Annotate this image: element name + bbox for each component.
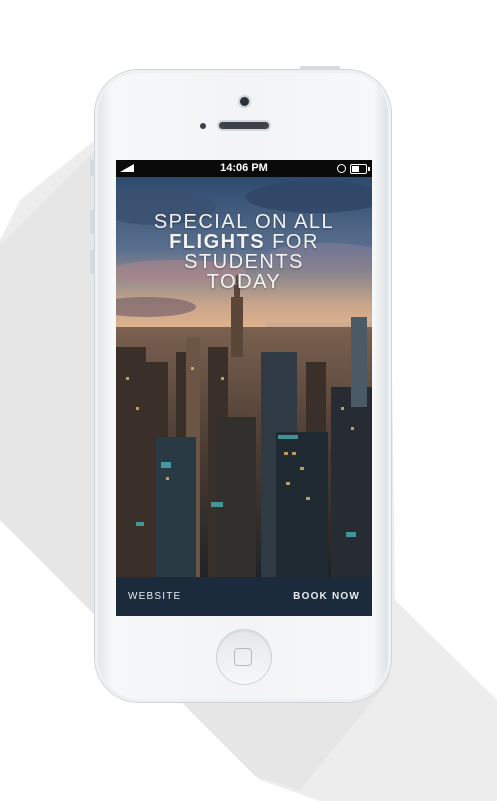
- promo-headline: SPECIAL ON ALL FLIGHTS FOR STUDENTS TODA…: [116, 212, 372, 292]
- headline-line-3: STUDENTS: [184, 251, 304, 273]
- book-now-button[interactable]: BOOK NOW: [293, 577, 360, 616]
- headline-line-4: TODAY: [206, 271, 282, 293]
- action-bar: WEBSITE BOOK NOW: [116, 577, 372, 616]
- status-time: 14:06 PM: [220, 162, 268, 174]
- headline-line-2: FLIGHTS FOR: [116, 232, 372, 252]
- home-button-icon: [234, 648, 252, 666]
- signal-icon: [120, 164, 134, 172]
- headline-line-1: SPECIAL ON ALL: [153, 211, 335, 233]
- status-bar: 14:06 PM: [116, 160, 372, 177]
- phone-screen: 14:06 PM SPECIAL ON ALL FLIGHTS FOR STUD…: [116, 160, 372, 616]
- earpiece-speaker: [219, 122, 269, 129]
- proximity-sensor: [200, 123, 206, 129]
- power-button: [300, 66, 340, 70]
- alarm-icon: [337, 164, 346, 173]
- headline-flights: FLIGHTS: [169, 231, 266, 253]
- battery-icon: [350, 164, 370, 174]
- mute-switch: [90, 160, 95, 176]
- front-camera: [240, 97, 249, 106]
- volume-up-button: [90, 210, 95, 234]
- website-link[interactable]: WEBSITE: [128, 577, 181, 616]
- headline-for: FOR: [265, 231, 319, 253]
- volume-down-button: [90, 250, 95, 274]
